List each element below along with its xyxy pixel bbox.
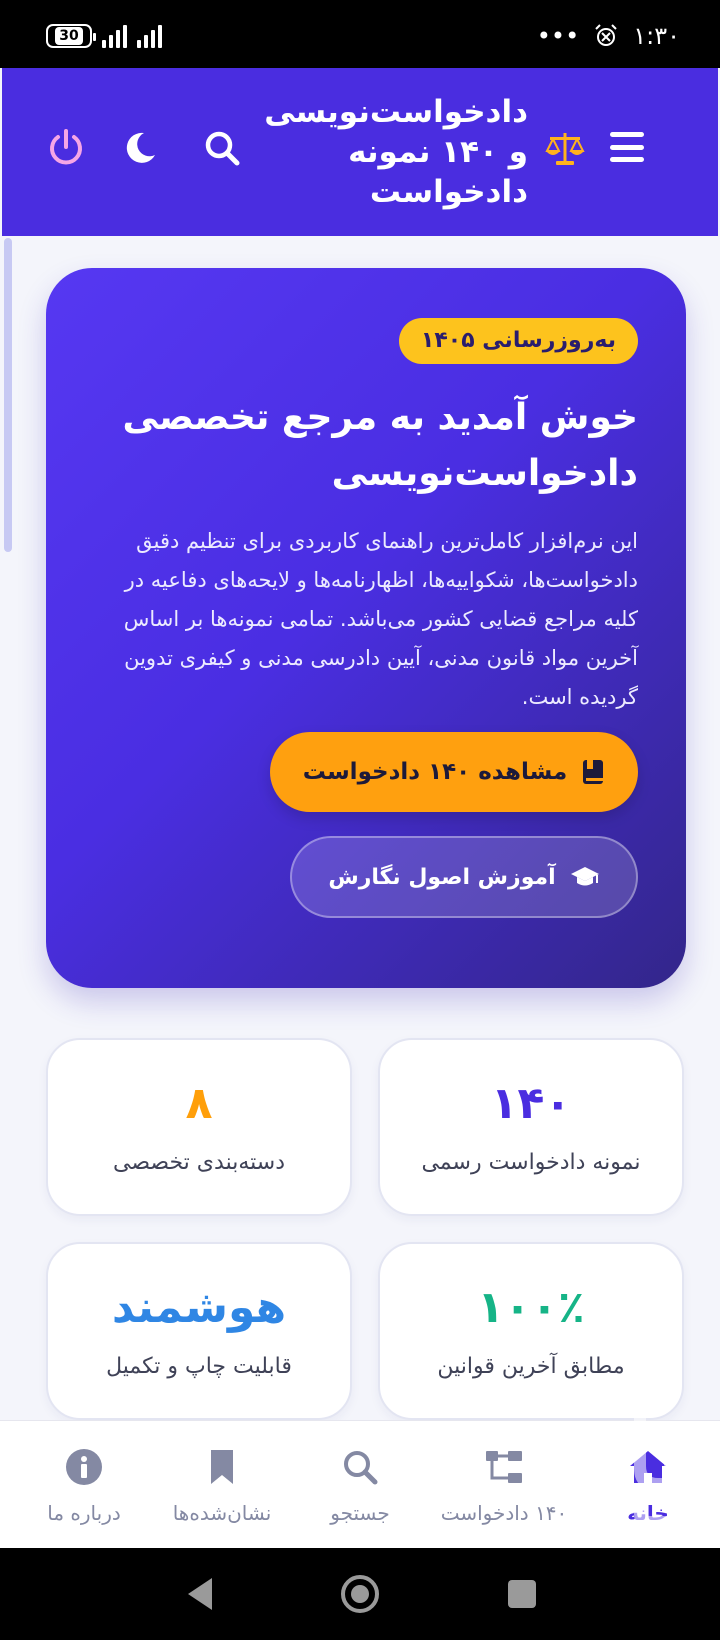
nav-bookmarks[interactable]: نشان‌شده‌ها xyxy=(150,1421,294,1548)
scrollbar[interactable] xyxy=(4,238,12,552)
welcome-card: به‌روزرسانی ۱۴۰۵ خوش آمدید به مرجع تخصصی… xyxy=(46,268,686,988)
app-screen: دادخواست‌نویسی و ۱۴۰ نمونه دادخواست به‌ر… xyxy=(0,68,720,1548)
system-navigation-bar xyxy=(0,1548,720,1640)
stat-card-categories: ۸ دسته‌بندی تخصصی xyxy=(46,1038,352,1216)
sitemap-icon xyxy=(486,1451,522,1483)
stat-label: مطابق آخرین قوانین xyxy=(437,1354,625,1379)
stat-value: ۱۰۰٪ xyxy=(477,1282,585,1333)
welcome-title: خوش آمدید به مرجع تخصصی دادخواست‌نویسی xyxy=(122,397,638,494)
signal-icon xyxy=(102,24,127,48)
welcome-description: این نرم‌افزار کامل‌ترین راهنمای کاربردی … xyxy=(123,529,638,709)
scale-icon xyxy=(545,133,585,165)
stat-value: ۱۴۰ xyxy=(490,1078,572,1129)
stat-value: ۸ xyxy=(185,1078,213,1129)
nav-petitions[interactable]: ۱۴۰ دادخواست xyxy=(432,1421,576,1548)
stat-label: دسته‌بندی تخصصی xyxy=(112,1150,285,1175)
view-petitions-button[interactable]: مشاهده ۱۴۰ دادخواست xyxy=(270,732,638,812)
store-logo-watermark xyxy=(634,1412,688,1528)
book-icon xyxy=(583,760,604,784)
writing-tutorial-button[interactable]: آموزش اصول نگارش xyxy=(290,836,638,918)
search-icon xyxy=(344,1451,378,1485)
nav-label: درباره ما xyxy=(47,1501,121,1525)
notification-dots: ••• xyxy=(536,22,580,50)
graduation-cap-icon xyxy=(570,867,599,886)
hamburger-menu-icon[interactable] xyxy=(610,132,644,162)
stat-card-petitions: ۱۴۰ نمونه دادخواست رسمی xyxy=(378,1038,684,1216)
stat-card-smart: هوشمند قابلیت چاپ و تکمیل xyxy=(46,1242,352,1420)
writing-tutorial-label: آموزش اصول نگارش xyxy=(328,864,556,890)
signal-icon-2 xyxy=(137,24,162,48)
app-title: دادخواست‌نویسی و ۱۴۰ نمونه دادخواست xyxy=(264,94,528,210)
bookmark-icon xyxy=(211,1450,233,1484)
stat-label: نمونه دادخواست رسمی xyxy=(421,1150,641,1175)
power-icon[interactable] xyxy=(46,128,86,168)
update-badge: به‌روزرسانی ۱۴۰۵ xyxy=(398,318,638,364)
nav-label: جستجو xyxy=(330,1501,390,1525)
nav-about[interactable]: درباره ما xyxy=(12,1421,156,1548)
recent-apps-icon[interactable] xyxy=(498,1570,546,1618)
status-bar: 30 ••• ۱:۳۰ xyxy=(0,0,720,68)
alarm-icon xyxy=(595,24,617,46)
nav-search[interactable]: جستجو xyxy=(288,1421,432,1548)
info-icon xyxy=(66,1449,102,1485)
back-icon[interactable] xyxy=(178,1570,226,1618)
search-icon[interactable] xyxy=(202,128,242,168)
app-header: دادخواست‌نویسی و ۱۴۰ نمونه دادخواست xyxy=(2,68,718,236)
home-button-icon[interactable] xyxy=(336,1570,384,1618)
stat-card-laws: ۱۰۰٪ مطابق آخرین قوانین xyxy=(378,1242,684,1420)
clock: ۱:۳۰ xyxy=(633,22,680,50)
nav-label: ۱۴۰ دادخواست xyxy=(440,1501,568,1525)
moon-icon[interactable] xyxy=(120,128,160,168)
stat-label: قابلیت چاپ و تکمیل xyxy=(106,1354,292,1379)
battery-level: 30 xyxy=(55,27,83,45)
nav-label: نشان‌شده‌ها xyxy=(172,1501,272,1525)
battery-icon: 30 xyxy=(46,24,96,48)
stat-value: هوشمند xyxy=(111,1282,287,1333)
bottom-navigation: خانه ۱۴۰ دادخواست جستجو نشان‌شده‌ها xyxy=(0,1420,720,1548)
status-left: 30 xyxy=(46,24,162,48)
status-right: ••• ۱:۳۰ xyxy=(537,22,680,50)
view-petitions-label: مشاهده ۱۴۰ دادخواست xyxy=(302,759,568,785)
